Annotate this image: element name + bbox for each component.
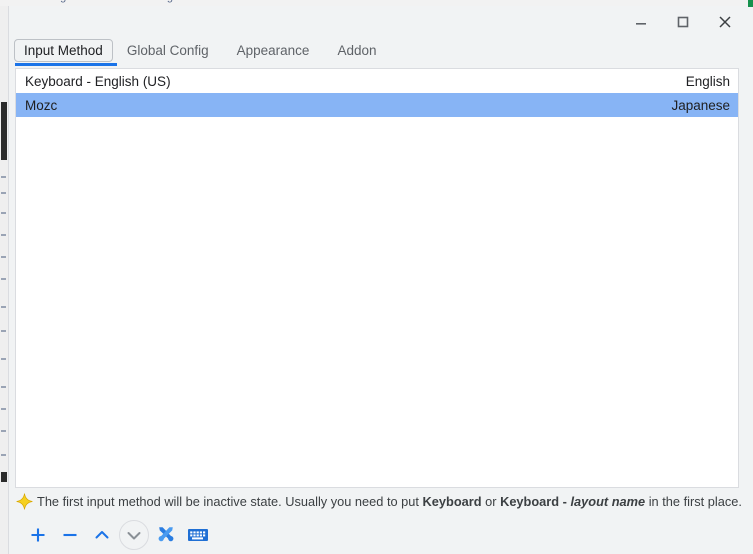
close-button[interactable] <box>704 6 746 38</box>
move-up-button[interactable] <box>87 520 117 550</box>
active-tab-indicator <box>15 63 117 66</box>
tab-addon[interactable]: Addon <box>323 38 390 63</box>
add-input-method-button[interactable] <box>23 520 53 550</box>
tab-addon-label: Addon <box>337 43 377 58</box>
window-controls <box>620 6 746 38</box>
chevron-down-icon <box>127 532 141 540</box>
maximize-button[interactable] <box>662 6 704 38</box>
input-method-language: Japanese <box>671 97 730 113</box>
background-accent-marker <box>748 0 753 7</box>
tab-bar: Input Method Global Config Appearance Ad… <box>9 38 746 66</box>
input-method-name: Mozc <box>25 97 58 113</box>
input-method-list[interactable]: Keyboard - English (US) English Mozc Jap… <box>15 68 739 488</box>
screen: Fcitx Configuration - fcitx5-configtool … <box>0 0 753 554</box>
tab-global-config-label: Global Config <box>126 43 209 58</box>
remove-input-method-button[interactable] <box>55 520 85 550</box>
plus-icon <box>31 528 45 542</box>
keyboard-layout-button[interactable] <box>183 520 213 550</box>
hint-bar: The first input method will be inactive … <box>9 488 746 515</box>
minimize-button[interactable] <box>620 6 662 38</box>
tools-icon <box>158 527 174 542</box>
minus-icon <box>63 533 77 537</box>
list-toolbar <box>9 515 746 554</box>
input-method-language: English <box>685 73 730 89</box>
tab-global-config[interactable]: Global Config <box>113 38 223 63</box>
hint-italic-layout-name: layout name <box>570 494 646 509</box>
background-window-left-edge <box>0 6 8 554</box>
hint-text-part-2: or <box>481 494 501 509</box>
input-method-name: Keyboard - English (US) <box>25 73 171 89</box>
background-window-title: Fcitx Configuration - fcitx5-configtool … <box>6 0 302 3</box>
fcitx-configuration-window: Input Method Global Config Appearance Ad… <box>8 6 746 554</box>
hint-bold-keyboard-layout: Keyboard - <box>500 494 571 509</box>
chevron-up-icon <box>95 531 109 539</box>
tab-input-method[interactable]: Input Method <box>14 39 113 62</box>
hint-text-part-3: in the first place. <box>645 494 742 509</box>
tab-input-method-label: Input Method <box>24 43 103 58</box>
close-icon <box>719 16 731 28</box>
move-down-button[interactable] <box>119 520 149 550</box>
hint-text: The first input method will be inactive … <box>37 494 742 509</box>
tab-appearance-label: Appearance <box>236 43 310 58</box>
minimize-icon <box>636 23 646 25</box>
configure-button[interactable] <box>151 520 181 550</box>
keyboard-icon <box>188 529 208 541</box>
maximize-icon <box>677 16 689 28</box>
hint-text-part-1: The first input method will be inactive … <box>37 494 423 509</box>
sparkle-icon <box>11 493 37 510</box>
window-titlebar <box>9 6 746 38</box>
hint-bold-keyboard: Keyboard <box>422 494 482 509</box>
table-row[interactable]: Keyboard - English (US) English <box>16 69 738 93</box>
table-row[interactable]: Mozc Japanese <box>16 93 738 117</box>
tab-appearance[interactable]: Appearance <box>223 38 324 63</box>
